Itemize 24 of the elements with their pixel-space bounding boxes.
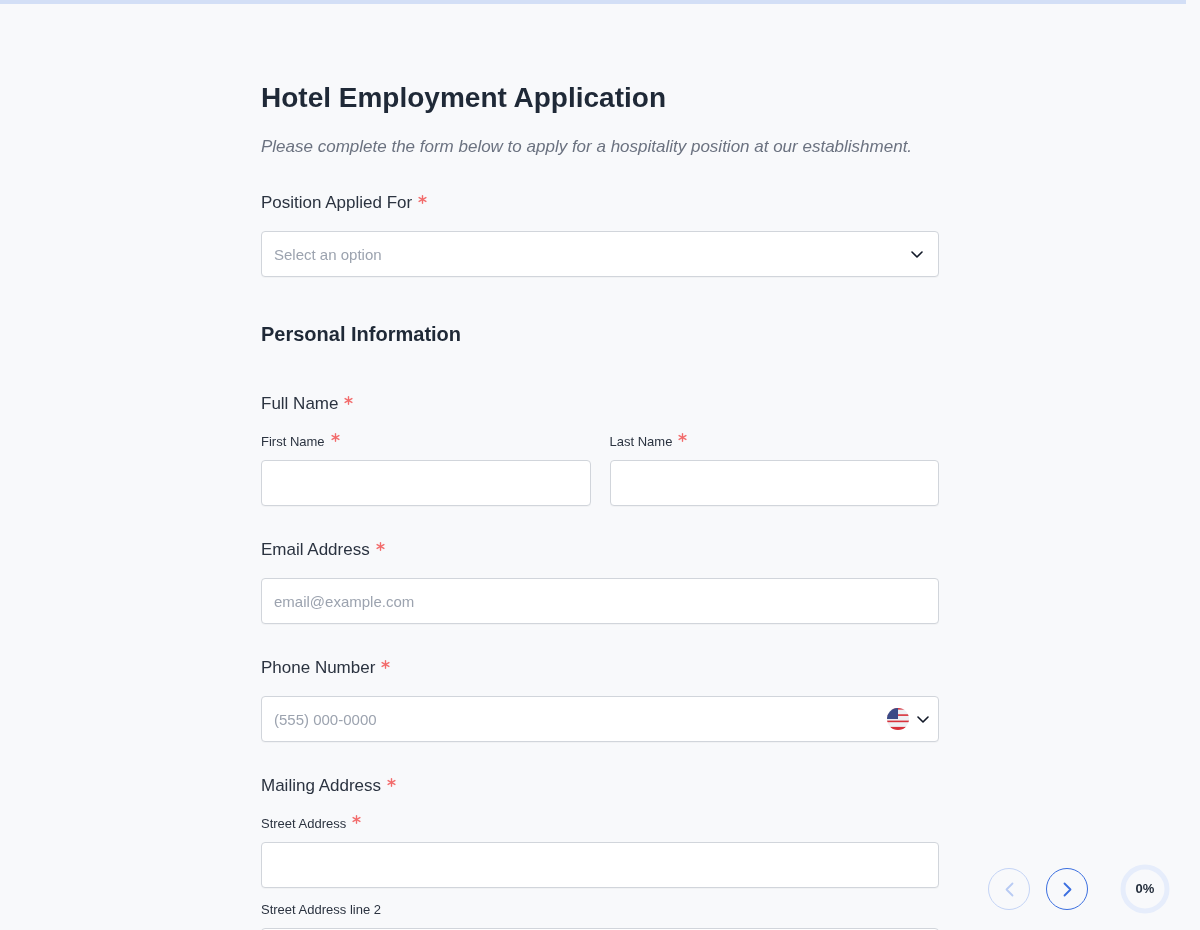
position-select[interactable]: Select an option [261,231,939,277]
section-heading: Personal Information [261,322,463,347]
chevron-left-icon [1004,881,1014,897]
field-label: Street Address line 2 [261,901,381,919]
field-label: Phone Number [261,657,376,679]
progress-percent: 0% [1134,880,1156,898]
country-picker-button[interactable] [887,708,929,730]
field-label: Full Name [261,393,339,415]
chevron-down-icon [911,250,923,258]
field-label: Email Address [261,539,370,561]
email-input[interactable]: email@example.com [261,578,939,624]
chevron-right-icon [1062,881,1072,897]
field-label: Street Address [261,815,347,833]
form-description: Please complete the form below to apply for a hospitality position at our establishment. [261,136,914,158]
phone-input[interactable]: (555) 000-0000 [261,696,939,742]
chevron-down-icon [917,715,929,723]
field-label: First Name [261,433,325,451]
text-input[interactable] [261,460,591,506]
field-label: Last Name [609,433,673,451]
form-title: Hotel Employment Application [261,81,667,115]
field-label: Position Applied For [261,192,413,214]
field-label: Mailing Address [261,775,381,797]
text-input[interactable] [609,460,939,506]
text-input[interactable] [261,842,939,888]
